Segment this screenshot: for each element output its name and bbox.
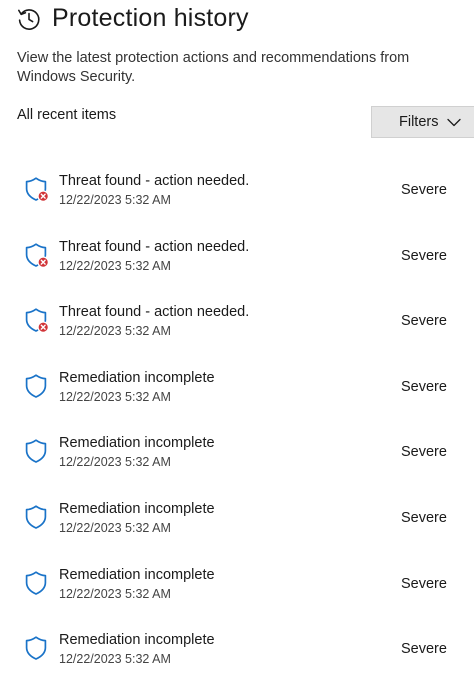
item-timestamp: 12/22/2023 5:32 AM (59, 193, 171, 207)
page-title: Protection history (52, 4, 249, 32)
item-severity: Severe (401, 378, 447, 395)
filters-button[interactable]: Filters (371, 106, 474, 138)
shield-alert-icon (22, 175, 50, 203)
page-description: View the latest protection actions and r… (17, 50, 410, 85)
item-title: Remediation incomplete (59, 435, 215, 452)
item-title: Threat found - action needed. (59, 173, 250, 189)
chevron-down-icon (447, 118, 462, 127)
item-severity: Severe (401, 509, 447, 526)
shield-icon (22, 503, 50, 531)
item-timestamp: 12/22/2023 5:32 AM (59, 652, 171, 667)
history-item[interactable]: Threat found - action needed. 12/22/2023… (0, 224, 474, 290)
history-item[interactable]: Remediation incomplete 12/22/2023 5:32 A… (0, 486, 474, 552)
item-severity: Severe (401, 182, 447, 198)
page-header: Protection history (16, 4, 249, 33)
history-item[interactable]: Remediation incomplete 12/22/2023 5:32 A… (0, 617, 474, 683)
shield-icon (22, 437, 50, 465)
item-title: Remediation incomplete (59, 632, 215, 649)
item-title: Threat found - action needed. (59, 238, 250, 255)
item-severity: Severe (401, 575, 447, 592)
filters-button-label: Filters (399, 114, 439, 130)
item-timestamp: 12/22/2023 5:32 AM (59, 324, 171, 339)
item-severity: Severe (401, 247, 447, 264)
history-item[interactable]: Threat found - action needed. 12/22/2023… (0, 289, 474, 355)
history-item[interactable]: Remediation incomplete 12/22/2023 5:32 A… (0, 355, 474, 421)
section-label: All recent items (17, 107, 117, 123)
shield-icon (22, 569, 50, 597)
shield-alert-icon (22, 306, 50, 334)
item-timestamp: 12/22/2023 5:32 AM (59, 258, 171, 273)
item-timestamp: 12/22/2023 5:32 AM (59, 389, 171, 404)
item-timestamp: 12/22/2023 5:32 AM (59, 455, 171, 470)
history-list: Threat found - action needed. 12/22/2023… (0, 158, 474, 683)
item-title: Remediation incomplete (59, 369, 215, 386)
shield-icon (22, 372, 50, 400)
item-severity: Severe (401, 641, 447, 658)
item-title: Threat found - action needed. (59, 304, 250, 321)
shield-alert-icon (22, 241, 50, 269)
item-severity: Severe (401, 313, 447, 330)
shield-icon (22, 634, 50, 662)
item-timestamp: 12/22/2023 5:32 AM (59, 520, 171, 535)
history-icon (16, 6, 42, 32)
history-item[interactable]: Threat found - action needed. 12/22/2023… (0, 158, 474, 224)
item-title: Remediation incomplete (59, 500, 215, 517)
item-severity: Severe (401, 444, 447, 461)
item-timestamp: 12/22/2023 5:32 AM (59, 586, 171, 601)
history-item[interactable]: Remediation incomplete 12/22/2023 5:32 A… (0, 420, 474, 486)
history-item[interactable]: Remediation incomplete 12/22/2023 5:32 A… (0, 552, 474, 618)
item-title: Remediation incomplete (59, 566, 215, 583)
